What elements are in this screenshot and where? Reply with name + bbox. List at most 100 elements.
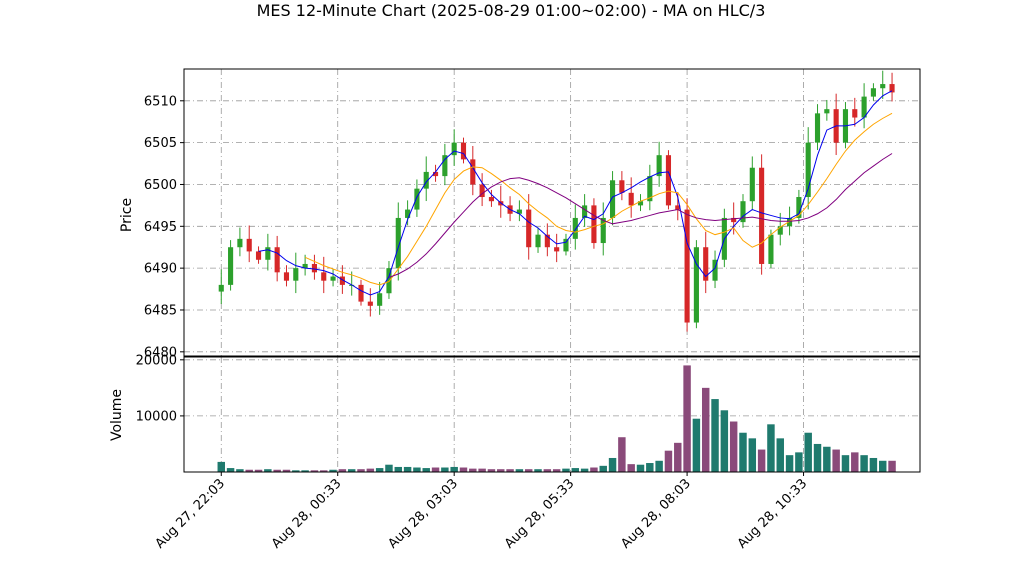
candle-body bbox=[311, 263, 317, 273]
price-tick-label: 6495 bbox=[144, 220, 177, 235]
volume-bar bbox=[785, 455, 794, 472]
candle-body bbox=[283, 272, 290, 281]
candle-body bbox=[554, 247, 560, 252]
candle-body bbox=[470, 159, 476, 185]
volume-bar bbox=[692, 418, 701, 472]
candle-body bbox=[619, 180, 625, 193]
price-grid bbox=[184, 69, 920, 356]
volume-bar bbox=[795, 452, 803, 472]
volume-bar bbox=[441, 467, 449, 472]
volume-bar bbox=[580, 468, 589, 472]
candle-body bbox=[535, 234, 541, 248]
candle-body bbox=[600, 217, 606, 244]
volume-tick-label: 10000 bbox=[136, 409, 177, 424]
price-candles bbox=[218, 70, 895, 332]
volume-tick-label: 20000 bbox=[136, 353, 177, 368]
candle-body bbox=[405, 209, 411, 218]
volume-bars bbox=[217, 365, 896, 472]
candle-body bbox=[488, 197, 495, 202]
volume-bar bbox=[413, 467, 421, 472]
price-tick-label: 6485 bbox=[144, 303, 177, 318]
candle-body bbox=[693, 247, 699, 323]
price-panel: 6480648564906495650065056510 Price bbox=[119, 68, 921, 360]
price-tick-label: 6490 bbox=[144, 262, 177, 277]
candle-body bbox=[880, 84, 886, 89]
volume-bar bbox=[767, 424, 775, 472]
candle-body bbox=[218, 284, 224, 292]
volume-bar bbox=[813, 443, 822, 472]
volume-bar bbox=[879, 460, 887, 472]
candle-body bbox=[293, 268, 299, 281]
volume-bar bbox=[748, 438, 757, 472]
volume-bar bbox=[618, 437, 626, 472]
ma-line bbox=[388, 153, 893, 278]
moving-averages bbox=[258, 90, 893, 296]
candle-body bbox=[609, 180, 616, 218]
volume-bar bbox=[776, 438, 784, 472]
volume-bar bbox=[701, 387, 710, 472]
price-panel-frame bbox=[183, 68, 921, 357]
volume-bar bbox=[869, 457, 878, 472]
volume-bar bbox=[636, 464, 645, 472]
volume-bar bbox=[804, 432, 812, 472]
volume-bar bbox=[627, 464, 635, 472]
volume-bar bbox=[823, 446, 831, 472]
price-y-ticks: 6480648564906495650065056510 bbox=[144, 94, 184, 360]
candle-body bbox=[824, 109, 830, 114]
volume-bar bbox=[851, 452, 859, 472]
volume-bar bbox=[562, 468, 570, 472]
x-tick-label: Aug 28, 05:33 bbox=[502, 476, 578, 552]
price-tick-label: 6510 bbox=[144, 94, 177, 109]
candle-body bbox=[414, 188, 420, 210]
candle-body bbox=[665, 155, 672, 206]
volume-bar bbox=[459, 467, 468, 472]
volume-bar bbox=[217, 461, 225, 472]
volume-bar bbox=[226, 468, 235, 472]
volume-bar bbox=[720, 410, 729, 472]
volume-bar bbox=[739, 432, 747, 472]
x-tick-label: Aug 27, 22:03 bbox=[153, 476, 229, 552]
volume-y-ticks: 10000 20000 bbox=[136, 353, 184, 424]
candle-body bbox=[255, 251, 262, 260]
candle-body bbox=[228, 247, 234, 285]
volume-bar bbox=[757, 449, 766, 472]
volume-bar bbox=[646, 463, 654, 472]
x-axis-ticks: Aug 27, 22:03 Aug 28, 00:33 Aug 28, 03:03 A… bbox=[153, 472, 811, 552]
volume-bar bbox=[403, 466, 412, 472]
price-axis-label: Price bbox=[119, 198, 135, 232]
candle-body bbox=[684, 209, 690, 323]
candle-body bbox=[628, 192, 634, 206]
price-tick-label: 6505 bbox=[144, 136, 177, 151]
candle-body bbox=[237, 238, 243, 248]
candle-body bbox=[246, 238, 252, 252]
volume-bar bbox=[608, 457, 617, 472]
volume-bar bbox=[478, 468, 486, 472]
x-tick-label: Aug 28, 08:03 bbox=[618, 476, 694, 552]
volume-bar bbox=[664, 450, 673, 472]
candle-body bbox=[591, 205, 597, 244]
volume-axis-label: Volume bbox=[109, 389, 125, 441]
volume-bar bbox=[832, 449, 840, 472]
volume-bar bbox=[422, 468, 430, 472]
volume-bar bbox=[431, 467, 440, 472]
candle-body bbox=[526, 209, 532, 248]
candle-body bbox=[321, 272, 327, 281]
volume-bar bbox=[450, 466, 458, 472]
candle-body bbox=[852, 109, 858, 118]
volume-bar bbox=[860, 455, 868, 472]
candle-body bbox=[274, 247, 280, 273]
volume-bar bbox=[469, 468, 477, 472]
candle-body bbox=[870, 88, 876, 97]
volume-bar bbox=[683, 365, 691, 472]
candle-body bbox=[768, 234, 774, 264]
volume-bar bbox=[590, 467, 598, 472]
x-tick-label: Aug 28, 10:33 bbox=[735, 476, 811, 552]
candle-body bbox=[814, 113, 821, 143]
candle-body bbox=[740, 201, 746, 223]
candle-body bbox=[330, 276, 336, 281]
candle-body bbox=[759, 167, 765, 264]
volume-bar bbox=[888, 460, 896, 472]
price-tick-label: 6500 bbox=[144, 178, 177, 193]
x-tick-label: Aug 28, 00:33 bbox=[269, 476, 345, 552]
volume-bar bbox=[711, 399, 719, 472]
